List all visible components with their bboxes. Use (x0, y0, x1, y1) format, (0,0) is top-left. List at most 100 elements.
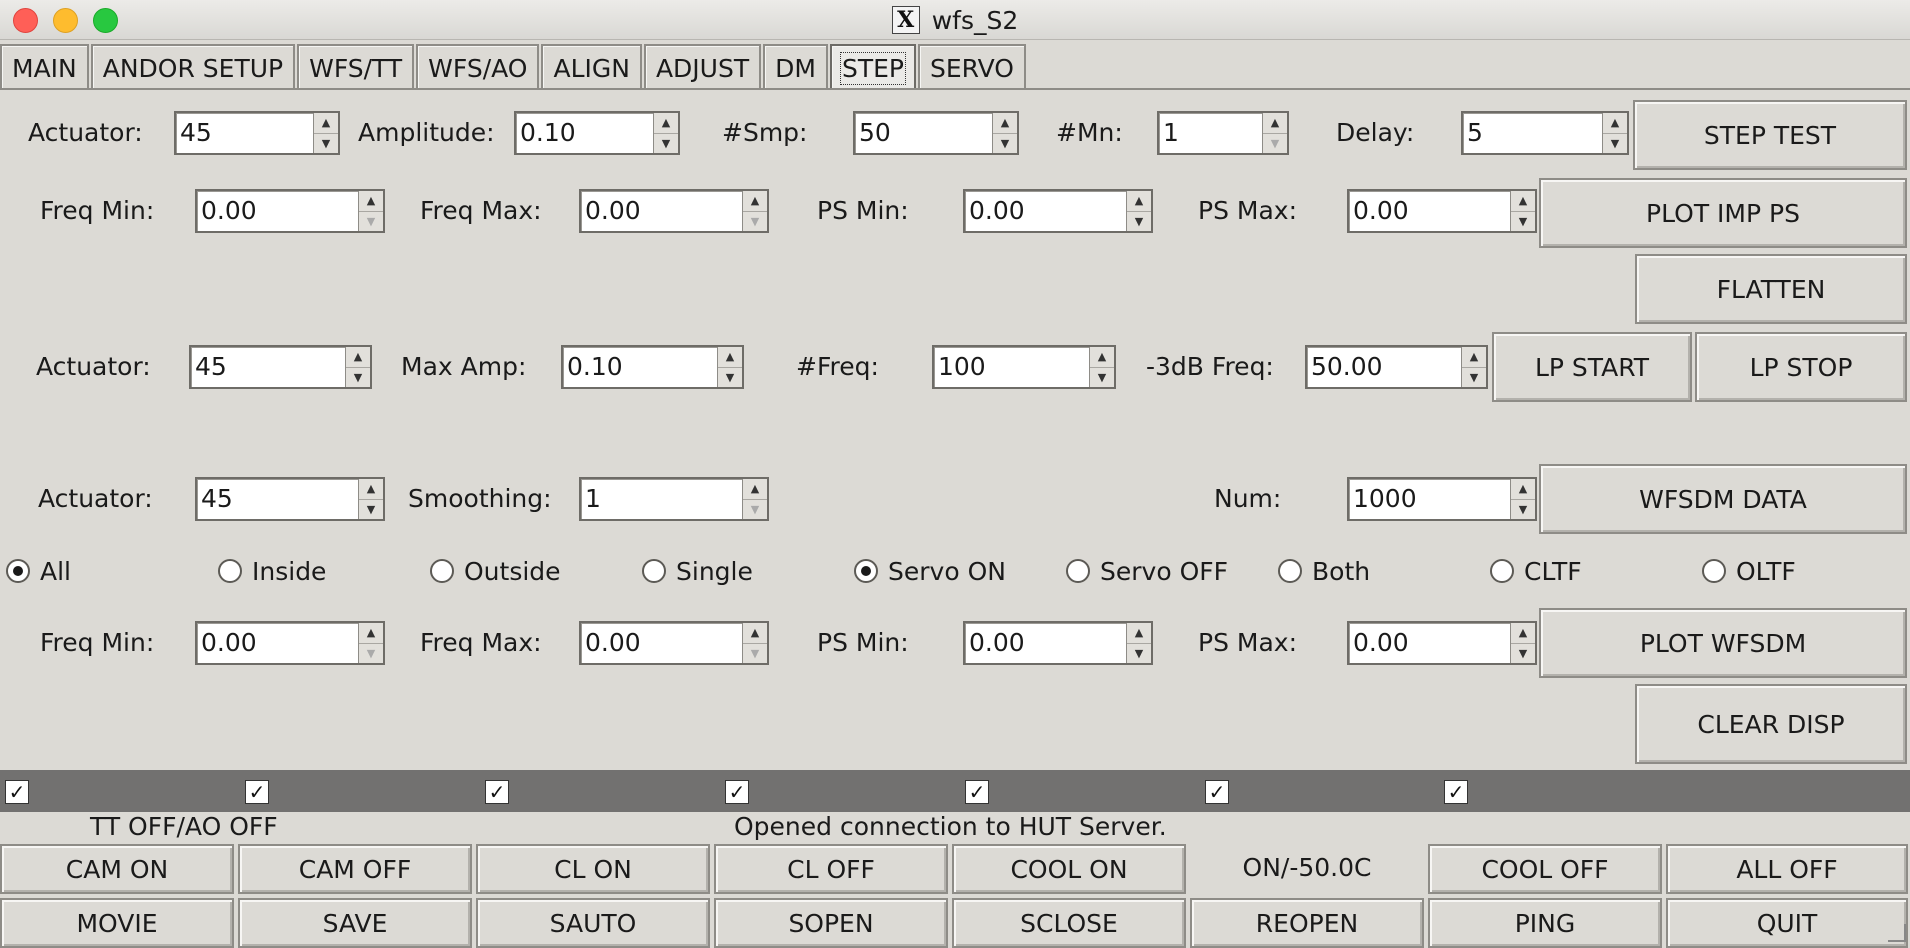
wfsdm-freq-max-spinbox[interactable]: 0.00 ▲ ▼ (579, 621, 769, 665)
resize-grip-icon[interactable] (1888, 924, 1906, 942)
radio-outside[interactable]: Outside (430, 551, 561, 591)
sauto-button[interactable]: SAUTO (476, 898, 710, 948)
radio-inside[interactable]: Inside (218, 551, 326, 591)
spin-up-icon[interactable]: ▲ (1511, 623, 1535, 644)
wfsdm-data-button[interactable]: WFSDM DATA (1539, 464, 1907, 534)
strip-checkbox-6[interactable]: ✓ (1205, 780, 1229, 804)
all-off-button[interactable]: ALL OFF (1666, 844, 1908, 894)
wfsdm-ps-min-spinbox[interactable]: 0.00 ▲ ▼ (963, 621, 1153, 665)
radio-servo-on[interactable]: Servo ON (854, 551, 1006, 591)
spin-up-icon[interactable]: ▲ (654, 113, 678, 134)
wfsdm-ps-max-spinbox[interactable]: 0.00 ▲ ▼ (1347, 621, 1537, 665)
wfsdm-actuator-spinbox[interactable]: 45 ▲ ▼ (195, 477, 385, 521)
imp-freq-max-spinbox[interactable]: 0.00 ▲ ▼ (579, 189, 769, 233)
cam-off-button[interactable]: CAM OFF (238, 844, 472, 894)
spin-up-icon[interactable]: ▲ (993, 113, 1017, 134)
spin-down-icon[interactable]: ▼ (314, 134, 338, 154)
spin-down-icon[interactable]: ▼ (1263, 134, 1287, 154)
lp-actuator-spinbox[interactable]: 45 ▲ ▼ (189, 345, 372, 389)
radio-all[interactable]: All (6, 551, 71, 591)
tab-dm[interactable]: DM (763, 44, 828, 90)
spin-down-icon[interactable]: ▼ (654, 134, 678, 154)
tab-servo[interactable]: SERVO (917, 44, 1026, 90)
lp-start-button[interactable]: LP START (1492, 332, 1692, 402)
tab-adjust[interactable]: ADJUST (643, 44, 762, 90)
mn-spinbox[interactable]: 1 ▲ ▼ (1157, 111, 1289, 155)
sopen-button[interactable]: SOPEN (714, 898, 948, 948)
radio-single[interactable]: Single (642, 551, 753, 591)
tab-wfs-ao[interactable]: WFS/AO (416, 44, 540, 90)
tab-align[interactable]: ALIGN (541, 44, 642, 90)
wfsdm-freq-min-spinbox[interactable]: 0.00 ▲ ▼ (195, 621, 385, 665)
spin-up-icon[interactable]: ▲ (314, 113, 338, 134)
radio-oltf[interactable]: OLTF (1702, 551, 1796, 591)
spin-up-icon[interactable]: ▲ (1511, 191, 1535, 212)
radio-both[interactable]: Both (1278, 551, 1370, 591)
spin-up-icon[interactable]: ▲ (1462, 347, 1486, 368)
spin-down-icon[interactable]: ▼ (1603, 134, 1627, 154)
spin-up-icon[interactable]: ▲ (718, 347, 742, 368)
step-actuator-spinbox[interactable]: 45 ▲ ▼ (174, 111, 340, 155)
spin-down-icon[interactable]: ▼ (718, 368, 742, 388)
tab-step[interactable]: STEP (829, 44, 916, 90)
spin-up-icon[interactable]: ▲ (1127, 191, 1151, 212)
smp-spinbox[interactable]: 50 ▲ ▼ (853, 111, 1019, 155)
strip-checkbox-7[interactable]: ✓ (1444, 780, 1468, 804)
cl-off-button[interactable]: CL OFF (714, 844, 948, 894)
max-amp-spinbox[interactable]: 0.10 ▲ ▼ (561, 345, 744, 389)
spin-up-icon[interactable]: ▲ (1090, 347, 1114, 368)
strip-checkbox-1[interactable]: ✓ (5, 780, 29, 804)
reopen-button[interactable]: REOPEN (1190, 898, 1424, 948)
spin-down-icon[interactable]: ▼ (359, 500, 383, 520)
spin-down-icon[interactable]: ▼ (743, 212, 767, 232)
step-test-button[interactable]: STEP TEST (1633, 100, 1907, 170)
smoothing-spinbox[interactable]: 1 ▲ ▼ (579, 477, 769, 521)
radio-cltf[interactable]: CLTF (1490, 551, 1582, 591)
num-spinbox[interactable]: 1000 ▲ ▼ (1347, 477, 1537, 521)
spin-up-icon[interactable]: ▲ (346, 347, 370, 368)
spin-up-icon[interactable]: ▲ (743, 191, 767, 212)
cam-on-button[interactable]: CAM ON (0, 844, 234, 894)
movie-button[interactable]: MOVIE (0, 898, 234, 948)
spin-down-icon[interactable]: ▼ (1511, 644, 1535, 664)
imp-freq-min-spinbox[interactable]: 0.00 ▲ ▼ (195, 189, 385, 233)
spin-up-icon[interactable]: ▲ (359, 623, 383, 644)
spin-down-icon[interactable]: ▼ (1511, 212, 1535, 232)
spin-down-icon[interactable]: ▼ (1462, 368, 1486, 388)
plot-wfsdm-button[interactable]: PLOT WFSDM (1539, 608, 1907, 678)
spin-up-icon[interactable]: ▲ (1263, 113, 1287, 134)
flatten-button[interactable]: FLATTEN (1635, 254, 1907, 324)
radio-servo-off[interactable]: Servo OFF (1066, 551, 1228, 591)
strip-checkbox-2[interactable]: ✓ (245, 780, 269, 804)
lp-stop-button[interactable]: LP STOP (1695, 332, 1907, 402)
spin-down-icon[interactable]: ▼ (743, 644, 767, 664)
db-freq-spinbox[interactable]: 50.00 ▲ ▼ (1305, 345, 1488, 389)
tab-main[interactable]: MAIN (0, 44, 89, 90)
strip-checkbox-4[interactable]: ✓ (725, 780, 749, 804)
spin-down-icon[interactable]: ▼ (1090, 368, 1114, 388)
spin-down-icon[interactable]: ▼ (346, 368, 370, 388)
spin-down-icon[interactable]: ▼ (1127, 212, 1151, 232)
quit-button[interactable]: QUIT (1666, 898, 1908, 948)
spin-down-icon[interactable]: ▼ (1127, 644, 1151, 664)
plot-imp-ps-button[interactable]: PLOT IMP PS (1539, 178, 1907, 248)
delay-spinbox[interactable]: 5 ▲ ▼ (1461, 111, 1629, 155)
tab-wfs-tt[interactable]: WFS/TT (297, 44, 415, 90)
spin-up-icon[interactable]: ▲ (1603, 113, 1627, 134)
spin-up-icon[interactable]: ▲ (359, 191, 383, 212)
ping-button[interactable]: PING (1428, 898, 1662, 948)
spin-up-icon[interactable]: ▲ (1511, 479, 1535, 500)
spin-up-icon[interactable]: ▲ (743, 623, 767, 644)
imp-ps-max-spinbox[interactable]: 0.00 ▲ ▼ (1347, 189, 1537, 233)
freq-count-spinbox[interactable]: 100 ▲ ▼ (932, 345, 1116, 389)
spin-up-icon[interactable]: ▲ (359, 479, 383, 500)
save-button[interactable]: SAVE (238, 898, 472, 948)
spin-down-icon[interactable]: ▼ (359, 644, 383, 664)
tab-andor-setup[interactable]: ANDOR SETUP (90, 44, 296, 90)
strip-checkbox-3[interactable]: ✓ (485, 780, 509, 804)
imp-ps-min-spinbox[interactable]: 0.00 ▲ ▼ (963, 189, 1153, 233)
clear-disp-button[interactable]: CLEAR DISP (1635, 684, 1907, 764)
spin-up-icon[interactable]: ▲ (743, 479, 767, 500)
spin-down-icon[interactable]: ▼ (743, 500, 767, 520)
cool-on-button[interactable]: COOL ON (952, 844, 1186, 894)
